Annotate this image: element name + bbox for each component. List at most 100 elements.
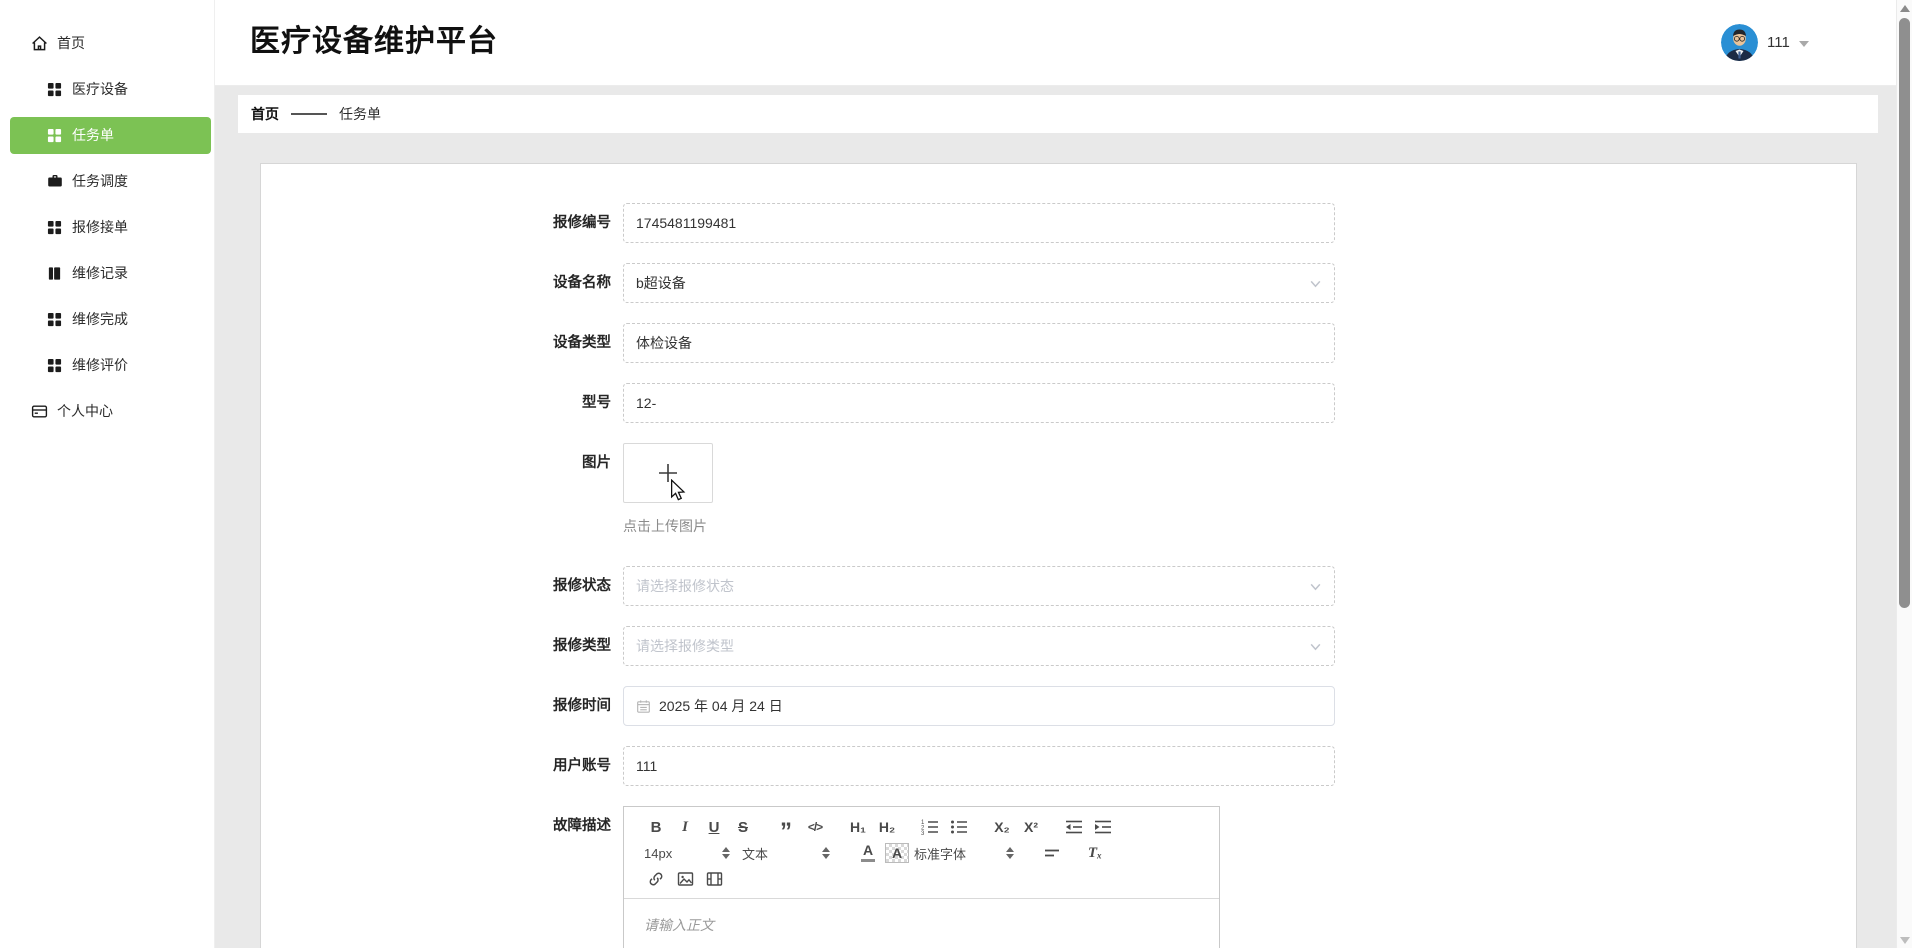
content-area: 首页 任务单 报修编号 1745481199481 设备名称 b超设备 设备类型… bbox=[215, 86, 1896, 948]
sidebar-item-label: 任务单 bbox=[72, 127, 114, 143]
sidebar-item-task-dispatch[interactable]: 任务调度 bbox=[0, 158, 214, 204]
repair-no-value: 1745481199481 bbox=[636, 215, 737, 231]
chevron-down-icon bbox=[1798, 40, 1809, 47]
model-input[interactable]: 12- bbox=[623, 383, 1335, 423]
field-label-repair-status: 报修状态 bbox=[553, 578, 611, 594]
link-icon[interactable] bbox=[644, 867, 668, 891]
code-button[interactable]: </> bbox=[803, 815, 827, 839]
sidebar: 首页 医疗设备 任务单 任务调度 报修接单 维修记录 维修完成 维修评价 个人中… bbox=[0, 0, 215, 948]
sidebar-item-task-order[interactable]: 任务单 bbox=[10, 116, 211, 154]
plus-icon bbox=[657, 462, 679, 484]
user-menu[interactable]: 111 bbox=[1721, 24, 1809, 61]
sidebar-item-label: 维修记录 bbox=[72, 265, 128, 281]
field-label-user-account: 用户账号 bbox=[553, 758, 611, 774]
ordered-list-button[interactable]: 1 2 3 bbox=[918, 815, 942, 839]
grid-icon bbox=[46, 81, 63, 98]
strikethrough-button[interactable]: S bbox=[731, 815, 755, 839]
rich-text-editor: B I U S ” </> H₁ H₂ 1 2 3 X₂ X² 14px 文本 … bbox=[623, 806, 1220, 948]
spinner-icon bbox=[722, 847, 730, 859]
sidebar-item-repair-records[interactable]: 维修记录 bbox=[0, 250, 214, 296]
bold-button[interactable]: B bbox=[644, 815, 668, 839]
repair-type-placeholder: 请选择报修类型 bbox=[636, 638, 734, 654]
calendar-icon bbox=[636, 699, 651, 714]
scroll-up-arrow[interactable] bbox=[1900, 5, 1910, 12]
field-label-repair-no: 报修编号 bbox=[553, 215, 611, 231]
underline-button[interactable]: U bbox=[702, 815, 726, 839]
highlight-color-button[interactable]: A bbox=[885, 843, 909, 863]
spinner-icon bbox=[822, 847, 830, 859]
sidebar-item-label: 任务调度 bbox=[72, 173, 128, 189]
line-height-button[interactable] bbox=[1040, 841, 1064, 865]
outdent-button[interactable] bbox=[1062, 815, 1086, 839]
scrollbar-thumb[interactable] bbox=[1899, 18, 1910, 608]
font-family-value: 标准字体 bbox=[914, 846, 967, 862]
heading1-button[interactable]: H₁ bbox=[846, 815, 870, 839]
field-label-repair-time: 报修时间 bbox=[553, 698, 611, 714]
user-account-value: 111 bbox=[636, 758, 658, 774]
field-label-repair-type: 报修类型 bbox=[553, 638, 611, 654]
unordered-list-button[interactable] bbox=[947, 815, 971, 839]
sidebar-item-home[interactable]: 首页 bbox=[0, 20, 214, 66]
scroll-down-arrow[interactable] bbox=[1900, 937, 1910, 944]
italic-button[interactable]: I bbox=[673, 815, 697, 839]
model-value: 12- bbox=[636, 395, 657, 411]
repair-time-datepicker[interactable]: 2025 年 04 月 24 日 bbox=[623, 686, 1335, 726]
form-row: 型号 12- bbox=[261, 383, 1856, 423]
page-title: 医疗设备维护平台 bbox=[250, 25, 498, 58]
image-icon[interactable] bbox=[673, 867, 697, 891]
app-window: 首页 医疗设备 任务单 任务调度 报修接单 维修记录 维修完成 维修评价 个人中… bbox=[0, 0, 1912, 948]
text-type-select[interactable]: 文本 bbox=[742, 844, 830, 863]
sidebar-item-medical-devices[interactable]: 医疗设备 bbox=[0, 66, 214, 112]
breadcrumb-current: 任务单 bbox=[339, 106, 381, 122]
font-color-button[interactable]: A bbox=[856, 841, 880, 865]
form-row: 设备名称 b超设备 bbox=[261, 263, 1856, 303]
device-type-input[interactable]: 体检设备 bbox=[623, 323, 1335, 363]
field-label-fault-desc: 故障描述 bbox=[553, 818, 611, 834]
svg-text:3: 3 bbox=[921, 831, 925, 835]
text-type-value: 文本 bbox=[742, 846, 769, 862]
vertical-scrollbar bbox=[1896, 0, 1912, 948]
field-label-image: 图片 bbox=[582, 455, 611, 471]
grid-icon bbox=[46, 357, 63, 374]
font-size-value: 14px bbox=[644, 845, 673, 861]
font-color-label: A bbox=[862, 842, 874, 858]
repair-no-input[interactable]: 1745481199481 bbox=[623, 203, 1335, 243]
breadcrumb-home[interactable]: 首页 bbox=[251, 104, 279, 124]
chevron-down-icon bbox=[1309, 580, 1322, 593]
sidebar-item-repair-complete[interactable]: 维修完成 bbox=[0, 296, 214, 342]
heading2-button[interactable]: H₂ bbox=[875, 815, 899, 839]
chevron-down-icon bbox=[1309, 640, 1322, 653]
form-row: 图片 点击上传图片 bbox=[261, 443, 1856, 536]
breadcrumb: 首页 任务单 bbox=[238, 95, 1878, 133]
device-name-select[interactable]: b超设备 bbox=[623, 263, 1335, 303]
blockquote-button[interactable]: ” bbox=[774, 815, 798, 844]
sidebar-item-label: 维修完成 bbox=[72, 311, 128, 327]
subscript-button[interactable]: X₂ bbox=[990, 815, 1014, 839]
form-card: 报修编号 1745481199481 设备名称 b超设备 设备类型 体检设备 型… bbox=[260, 163, 1857, 948]
clear-format-button[interactable]: Tₓ bbox=[1083, 841, 1107, 865]
form-row: 报修状态 请选择报修状态 bbox=[261, 566, 1856, 606]
sidebar-item-label: 首页 bbox=[57, 35, 85, 51]
briefcase-icon bbox=[46, 173, 63, 190]
sidebar-item-repair-accept[interactable]: 报修接单 bbox=[0, 204, 214, 250]
video-icon[interactable] bbox=[702, 867, 726, 891]
repair-status-select[interactable]: 请选择报修状态 bbox=[623, 566, 1335, 606]
image-upload-button[interactable] bbox=[623, 443, 713, 503]
form-row: 报修类型 请选择报修类型 bbox=[261, 626, 1856, 666]
sidebar-item-profile[interactable]: 个人中心 bbox=[0, 388, 214, 434]
user-account-input[interactable]: 111 bbox=[623, 746, 1335, 786]
superscript-button[interactable]: X² bbox=[1019, 815, 1043, 839]
sidebar-item-repair-review[interactable]: 维修评价 bbox=[0, 342, 214, 388]
field-label-device-type: 设备类型 bbox=[553, 335, 611, 351]
repair-time-value: 2025 年 04 月 24 日 bbox=[659, 698, 783, 714]
card-icon bbox=[31, 403, 48, 420]
editor-content[interactable]: 请输入正文 bbox=[624, 899, 1219, 948]
user-name: 111 bbox=[1767, 34, 1790, 51]
font-size-select[interactable]: 14px bbox=[644, 846, 730, 861]
upload-hint: 点击上传图片 bbox=[623, 518, 707, 534]
editor-toolbar: B I U S ” </> H₁ H₂ 1 2 3 X₂ X² 14px 文本 … bbox=[624, 807, 1219, 899]
indent-button[interactable] bbox=[1091, 815, 1115, 839]
repair-type-select[interactable]: 请选择报修类型 bbox=[623, 626, 1335, 666]
repair-status-placeholder: 请选择报修状态 bbox=[636, 578, 734, 594]
font-family-select[interactable]: 标准字体 bbox=[914, 844, 1014, 863]
